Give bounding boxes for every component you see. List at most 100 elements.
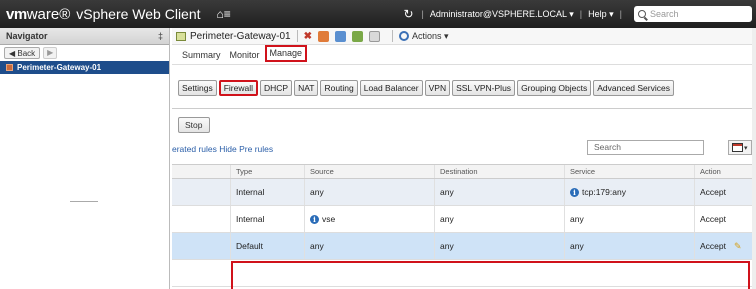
chevron-down-icon: ▾	[609, 8, 614, 19]
manage-subtabs: Settings Firewall DHCP NAT Routing Load …	[178, 80, 676, 98]
column-header-destination[interactable]: Destination	[434, 165, 564, 178]
table-row[interactable]: Internal i vse any any Accept	[172, 206, 756, 233]
table-row-selected[interactable]: Default any any any Accept ✎	[172, 233, 756, 260]
subtab-ssl-vpn-plus[interactable]: SSL VPN-Plus	[452, 80, 516, 96]
grid-options-button[interactable]: ▾	[728, 140, 752, 155]
cell-source: any	[304, 179, 434, 205]
chevron-down-icon: ▾	[744, 144, 748, 152]
close-icon[interactable]: ✖	[304, 31, 312, 42]
subtab-dhcp[interactable]: DHCP	[260, 80, 293, 96]
settings-tool-icon[interactable]	[317, 30, 329, 42]
generated-rules-link[interactable]: erated rules	[172, 144, 217, 154]
refresh-icon[interactable]: ↻	[403, 7, 413, 21]
hide-pre-rules-link[interactable]: Hide Pre rules	[219, 144, 273, 154]
info-icon[interactable]: i	[310, 214, 319, 224]
separator: |	[579, 9, 583, 19]
column-header-service[interactable]: Service	[564, 165, 694, 178]
subtab-load-balancer[interactable]: Load Balancer	[359, 80, 423, 96]
column-header-type[interactable]: Type	[230, 165, 304, 178]
object-toolbar: Perimeter-Gateway-01 ✖ Actions ▾	[172, 28, 756, 45]
cell-service: any	[564, 206, 694, 232]
cell-action: Accept	[694, 206, 756, 232]
separator: |	[619, 9, 622, 19]
edit-icon[interactable]: ✎	[734, 241, 742, 252]
calendar-icon	[732, 143, 743, 152]
user-menu[interactable]: Administrator@VSPHERE.LOCAL ▾	[430, 9, 574, 20]
global-search-placeholder: Search	[650, 9, 679, 19]
cell-source: i vse	[304, 206, 434, 232]
navigator-panel: Navigator ‡ ◀ Back ▶ Perimeter-Gateway-0…	[0, 28, 170, 289]
subtab-settings[interactable]: Settings	[178, 80, 217, 96]
gear-icon	[398, 31, 409, 41]
table-header: Type Source Destination Service Action	[172, 164, 756, 179]
main-tabs: Summary Monitor Manage	[172, 45, 756, 65]
document-tool-icon[interactable]	[368, 30, 380, 42]
help-menu[interactable]: Help ▾	[588, 9, 614, 20]
separator: |	[421, 9, 424, 19]
brand-ware: ware®	[26, 5, 71, 23]
cell-destination: any	[434, 179, 564, 205]
navigator-item-perimeter-gateway[interactable]: Perimeter-Gateway-01	[0, 61, 169, 74]
tab-monitor[interactable]: Monitor	[226, 50, 265, 64]
vmware-logo: vm ware® vSphere Web Client	[0, 6, 201, 23]
navigator-item-label: Perimeter-Gateway-01	[17, 63, 102, 72]
subtab-advanced-services[interactable]: Advanced Services	[593, 80, 674, 96]
chevron-down-icon: ▾	[569, 8, 574, 19]
edge-gateway-icon	[6, 64, 13, 71]
action-value: Accept	[700, 241, 726, 251]
subtab-nat[interactable]: NAT	[294, 80, 319, 96]
migrate-tool-icon[interactable]	[334, 30, 346, 42]
cell-destination: any	[434, 233, 564, 259]
column-header-action[interactable]: Action	[694, 165, 756, 178]
global-search-input[interactable]: Search	[634, 6, 752, 22]
stop-button[interactable]: Stop	[178, 117, 210, 133]
home-icon[interactable]: ⌂≡	[217, 7, 231, 21]
tab-summary[interactable]: Summary	[178, 50, 226, 64]
network-tool-icon[interactable]	[351, 30, 363, 42]
user-name: Administrator@VSPHERE.LOCAL	[429, 8, 567, 19]
divider	[172, 108, 756, 109]
actions-menu[interactable]: Actions ▾	[398, 30, 449, 42]
subtab-routing[interactable]: Routing	[320, 80, 358, 96]
highlight-outline	[231, 261, 750, 289]
rules-links: erated rules Hide Pre rules	[172, 144, 273, 154]
panel-divider[interactable]	[70, 201, 98, 202]
cell-type: Internal	[230, 206, 304, 232]
source-value: vse	[322, 214, 336, 224]
tab-manage[interactable]: Manage	[264, 45, 308, 62]
product-name: vSphere Web Client	[76, 5, 201, 22]
brand-vm: vm	[6, 5, 27, 23]
cell-action: Accept	[694, 179, 756, 205]
column-header-source[interactable]: Source	[304, 165, 434, 178]
navigator-title: Navigator	[6, 31, 48, 41]
navigator-header: Navigator ‡	[0, 28, 169, 45]
cell-source: any	[304, 233, 434, 259]
info-icon[interactable]: i	[570, 187, 579, 197]
scrollbar[interactable]	[752, 28, 756, 289]
cell-action: Accept ✎	[694, 233, 756, 259]
cell-destination: any	[434, 206, 564, 232]
cell-type: Default	[230, 233, 304, 259]
toolbar-divider	[296, 30, 298, 42]
top-header: vm ware® vSphere Web Client ⌂≡ ↻ | Admin…	[0, 0, 756, 28]
subtab-firewall[interactable]: Firewall	[218, 80, 258, 96]
main-content: Perimeter-Gateway-01 ✖ Actions ▾ Summary…	[172, 28, 756, 289]
subtab-vpn[interactable]: VPN	[424, 80, 451, 96]
object-title: Perimeter-Gateway-01	[190, 30, 291, 42]
cell-service: i tcp:179:any	[564, 179, 694, 205]
actions-label: Actions ▾	[411, 30, 449, 41]
pin-icon[interactable]: ‡	[158, 31, 163, 41]
subtab-grouping-objects[interactable]: Grouping Objects	[517, 80, 592, 96]
edge-gateway-icon	[176, 31, 186, 41]
back-button[interactable]: ◀ Back	[4, 47, 41, 59]
service-value: tcp:179:any	[582, 187, 626, 197]
cell-service: any	[564, 233, 694, 259]
rules-search-input[interactable]: Search	[587, 140, 704, 155]
firewall-rules-table: Type Source Destination Service Action I…	[172, 164, 756, 289]
table-row[interactable]: Internal any any i tcp:179:any Accept	[172, 179, 756, 206]
search-icon	[638, 10, 646, 18]
cell-type: Internal	[230, 179, 304, 205]
forward-button[interactable]: ▶	[43, 47, 58, 59]
help-label: Help	[588, 8, 607, 19]
toolbar-divider	[391, 30, 393, 42]
